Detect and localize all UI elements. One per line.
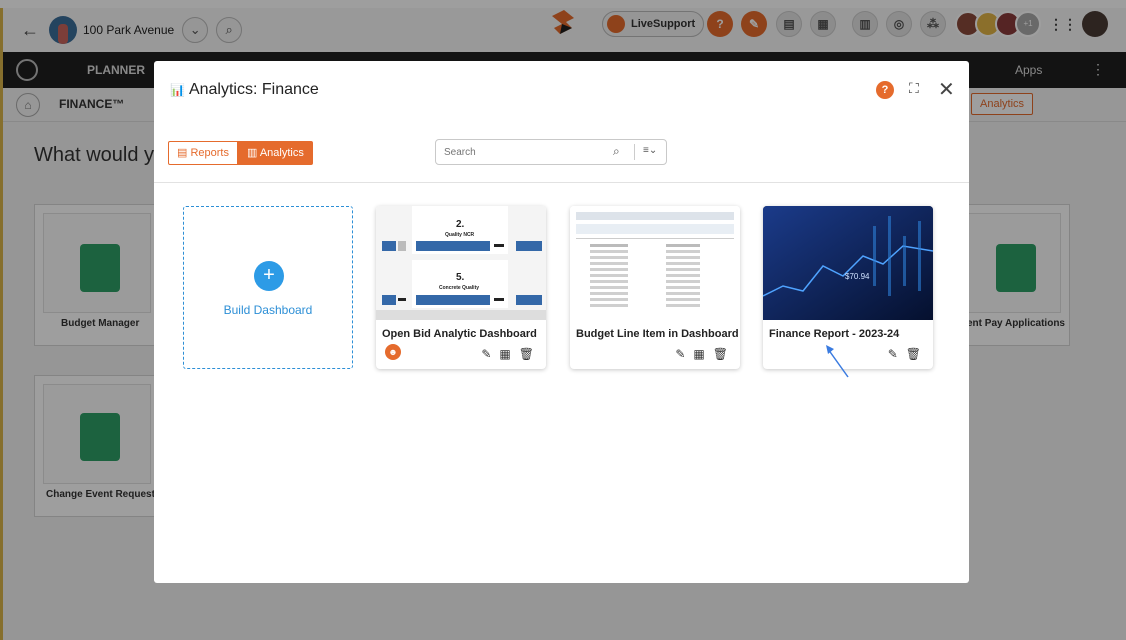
- plus-icon[interactable]: +: [254, 261, 284, 291]
- help-icon[interactable]: ?: [876, 81, 894, 99]
- owner-icon: ☻: [385, 344, 401, 360]
- reports-tab-label: Reports: [190, 147, 229, 159]
- search-box: ⌕ ≡⌄: [435, 139, 667, 165]
- dashboard-name[interactable]: Budget Line Item in Dashboard: [576, 328, 739, 340]
- card-actions: ✎ ▦ 🗑: [481, 347, 534, 361]
- header-divider: [154, 182, 969, 183]
- dashboard-name[interactable]: Open Bid Analytic Dashboard: [382, 328, 537, 340]
- pointer-arrow: [826, 345, 849, 378]
- dashboard-card[interactable]: Budget Line Item in Dashboard ✎ ▦ 🗑: [570, 206, 740, 369]
- edit-icon[interactable]: ✎: [481, 347, 491, 361]
- dashboard-name[interactable]: Finance Report - 2023-24: [769, 328, 899, 340]
- view-toggle: ▤ Reports ▥ Analytics: [168, 141, 313, 165]
- dashboard-thumbnail: 2. Quality NCR 5. Concrete Quality: [376, 206, 546, 320]
- bar-chart-icon: 📊: [170, 83, 185, 97]
- card-actions: ✎ 🗑: [888, 347, 921, 361]
- report-icon: ▤: [177, 147, 191, 159]
- modal-title: 📊 Analytics: Finance: [170, 81, 319, 99]
- delete-icon[interactable]: 🗑: [713, 347, 728, 361]
- thumb-label: 2.: [456, 219, 465, 230]
- thumb-label: Concrete Quality: [439, 285, 480, 291]
- filter-icon[interactable]: ≡⌄: [643, 145, 657, 156]
- divider: [634, 144, 635, 160]
- schedule-report-icon[interactable]: ▦: [499, 347, 510, 361]
- table-preview: [570, 206, 740, 320]
- delete-icon[interactable]: 🗑: [906, 347, 921, 361]
- dashboard-card[interactable]: 2. Quality NCR 5. Concrete Quality Open …: [376, 206, 546, 369]
- search-input[interactable]: [444, 144, 604, 160]
- modal-title-text: Analytics: Finance: [188, 81, 319, 98]
- analytics-tab[interactable]: ▥ Analytics: [237, 141, 313, 165]
- bar-chart-icon: ▥: [246, 147, 260, 159]
- build-dashboard-label[interactable]: Build Dashboard: [184, 303, 352, 317]
- edit-icon[interactable]: ✎: [675, 347, 685, 361]
- delete-icon[interactable]: 🗑: [519, 347, 534, 361]
- fullscreen-icon[interactable]: ⛶: [909, 80, 919, 97]
- thumb-label: 5.: [456, 272, 465, 283]
- thumb-label: Quality NCR: [445, 232, 475, 238]
- close-icon[interactable]: ✕: [938, 77, 955, 102]
- edit-icon[interactable]: ✎: [888, 347, 898, 361]
- dashboard-thumbnail: $70.94: [763, 206, 933, 320]
- search-icon[interactable]: ⌕: [613, 144, 620, 159]
- thumb-value: $70.94: [845, 272, 870, 281]
- card-actions: ✎ ▦ 🗑: [675, 347, 728, 361]
- reports-tab[interactable]: ▤ Reports: [168, 141, 238, 165]
- analytics-modal: 📊 Analytics: Finance ? ⛶ ✕ ▤ Reports ▥ An…: [154, 61, 969, 583]
- finance-image: [763, 206, 933, 320]
- build-dashboard-card[interactable]: + Build Dashboard: [183, 206, 353, 369]
- dashboard-thumbnail: [570, 206, 740, 320]
- analytics-tab-label: Analytics: [259, 147, 304, 159]
- schedule-report-icon[interactable]: ▦: [693, 347, 704, 361]
